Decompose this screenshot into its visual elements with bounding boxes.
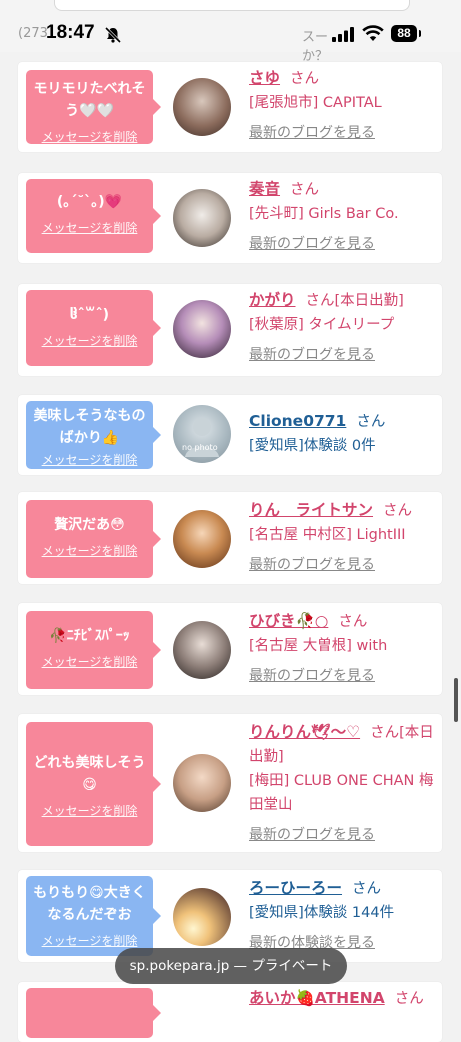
message-text: ჱ̒ˆ꒳ˆ) xyxy=(69,307,110,323)
profile-info: Clione0771 さん [愛知県]体験談 0件 xyxy=(249,409,437,458)
message-bubble: どれも美味しそう😋 メッセージを削除 xyxy=(26,722,161,846)
wifi-icon xyxy=(362,25,384,41)
no-photo-label: no photo xyxy=(182,443,218,452)
shop-name: [名古屋 中村区] LightIII xyxy=(249,527,406,543)
message-text: (｡ˊ˘ˋ｡)💗 xyxy=(56,194,123,210)
profile-info: ろーひーろー さん [愛知県]体験談 144件 最新の体験談を見る xyxy=(249,876,437,955)
delete-message-link[interactable]: メッセージを削除 xyxy=(30,219,149,236)
delete-message-link[interactable]: メッセージを削除 xyxy=(30,451,149,468)
message-bubble xyxy=(26,988,161,1038)
page-header-text-left: (273 xyxy=(18,26,48,41)
user-name-link[interactable]: Clione0771 xyxy=(249,412,346,430)
cast-name-link[interactable]: ひびき🥀○ xyxy=(249,612,328,630)
message-text: 贅沢だあ😳 xyxy=(54,517,125,533)
honorific: さん xyxy=(338,614,368,630)
latest-blog-link[interactable]: 最新のブログを見る xyxy=(249,347,375,363)
shop-name: [先斗町] Girls Bar Co. xyxy=(249,206,399,222)
message-bubble: もりもり😋大きくなるんだぞお メッセージを削除 xyxy=(26,876,161,956)
cellular-signal-icon xyxy=(332,27,354,42)
list-item: (｡ˊ˘ˋ｡)💗 メッセージを削除 奏音 さん [先斗町] Girls Bar C… xyxy=(18,173,442,263)
honorific: さん xyxy=(352,881,382,897)
message-text: どれも美味しそう😋 xyxy=(33,755,146,793)
delete-message-link[interactable]: メッセージを削除 xyxy=(30,653,149,670)
cast-name-link[interactable]: さゆ xyxy=(249,69,280,87)
shop-name: [秋葉原] タイムリープ xyxy=(249,317,395,333)
list-item: どれも美味しそう😋 メッセージを削除 りんりん🕊〜♡ さん[本日出勤] [梅田] … xyxy=(18,714,442,852)
honorific: さん xyxy=(356,414,386,430)
delete-message-link[interactable]: メッセージを削除 xyxy=(30,802,149,819)
latest-blog-link[interactable]: 最新のブログを見る xyxy=(249,827,375,843)
cast-name-link[interactable]: りんりん🕊〜♡ xyxy=(249,723,360,741)
message-bubble: 🥀ﾆﾁﾋﾞｽﾊﾟｰｯ メッセージを削除 xyxy=(26,611,161,689)
avatar[interactable]: no photo xyxy=(173,405,231,463)
honorific: さん[本日出勤] xyxy=(305,293,404,309)
avatar[interactable] xyxy=(173,621,231,679)
avatar[interactable] xyxy=(173,754,231,812)
list-item: 美味しそうなものばかり👍 メッセージを削除 no photo Clione077… xyxy=(18,395,442,475)
scroll-indicator[interactable] xyxy=(454,678,458,722)
cast-name-link[interactable]: 奏音 xyxy=(249,180,280,198)
message-bubble: モリモリたべれそう🤍🤍 メッセージを削除 xyxy=(26,70,161,145)
shop-name: [梅田] CLUB ONE CHAN 梅田堂山 xyxy=(249,773,434,813)
browser-address-pill[interactable]: sp.pokepara.jp — プライベート xyxy=(115,948,347,984)
cast-name-link[interactable]: りん ライトサン xyxy=(249,501,373,519)
honorific: さん xyxy=(383,503,413,519)
delete-message-link[interactable]: メッセージを削除 xyxy=(30,332,149,349)
message-bubble: 贅沢だあ😳 メッセージを削除 xyxy=(26,500,161,578)
delete-message-link[interactable]: メッセージを削除 xyxy=(30,128,149,145)
latest-blog-link[interactable]: 最新のブログを見る xyxy=(249,557,375,573)
honorific: さん xyxy=(290,71,320,87)
avatar[interactable] xyxy=(173,510,231,568)
message-text: モリモリたべれそう🤍🤍 xyxy=(33,81,146,119)
profile-info: りん ライトサン さん [名古屋 中村区] LightIII 最新のブログを見る xyxy=(249,498,437,577)
status-bar: (273 スー か？ 18:47 88 xyxy=(0,0,461,64)
shop-name: [名古屋 大曽根] with xyxy=(249,638,388,654)
avatar[interactable] xyxy=(173,189,231,247)
delete-message-link[interactable]: メッセージを削除 xyxy=(30,542,149,559)
honorific: さん xyxy=(394,991,424,1007)
delete-message-link[interactable]: メッセージを削除 xyxy=(30,932,149,949)
profile-info: あいか🍓ATHENA さん xyxy=(249,986,437,1011)
message-bubble: ჱ̒ˆ꒳ˆ) メッセージを削除 xyxy=(26,290,161,366)
latest-blog-link[interactable]: 最新のブログを見る xyxy=(249,125,375,141)
avatar[interactable] xyxy=(173,300,231,358)
message-text: 美味しそうなものばかり👍 xyxy=(33,408,146,446)
list-item: 🥀ﾆﾁﾋﾞｽﾊﾟｰｯ メッセージを削除 ひびき🥀○ さん [名古屋 大曽根] wi… xyxy=(18,603,442,695)
user-name-link[interactable]: ろーひーろー xyxy=(249,879,342,897)
profile-info: かがり さん[本日出勤] [秋葉原] タイムリープ 最新のブログを見る xyxy=(249,288,437,367)
no-photo-silhouette-icon xyxy=(185,418,219,457)
shop-name: [尾張旭市] CAPITAL xyxy=(249,95,382,111)
cast-name-link[interactable]: かがり xyxy=(249,291,296,309)
latest-blog-link[interactable]: 最新のブログを見る xyxy=(249,668,375,684)
profile-info: さゆ さん [尾張旭市] CAPITAL 最新のブログを見る xyxy=(249,66,437,145)
avatar[interactable] xyxy=(173,888,231,946)
list-item: モリモリたべれそう🤍🤍 メッセージを削除 さゆ さん [尾張旭市] CAPITAL… xyxy=(18,62,442,152)
message-bubble: 美味しそうなものばかり👍 メッセージを削除 xyxy=(26,401,161,469)
list-item: 贅沢だあ😳 メッセージを削除 りん ライトサン さん [名古屋 中村区] Ligh… xyxy=(18,492,442,584)
profile-info: ひびき🥀○ さん [名古屋 大曽根] with 最新のブログを見る xyxy=(249,609,437,688)
profile-info: 奏音 さん [先斗町] Girls Bar Co. 最新のブログを見る xyxy=(249,177,437,256)
clock: 18:47 xyxy=(46,22,95,43)
experience-count: [愛知県]体験談 0件 xyxy=(249,438,376,454)
latest-blog-link[interactable]: 最新のブログを見る xyxy=(249,236,375,252)
message-text: もりもり😋大きくなるんだぞお xyxy=(33,885,146,923)
list-item: あいか🍓ATHENA さん xyxy=(18,982,442,1042)
message-text: 🥀ﾆﾁﾋﾞｽﾊﾟｰｯ xyxy=(49,628,130,644)
battery-icon: 88 xyxy=(391,25,421,42)
bell-slash-icon xyxy=(104,26,122,44)
experience-count: [愛知県]体験談 144件 xyxy=(249,905,395,921)
avatar[interactable] xyxy=(173,78,231,136)
honorific: さん xyxy=(290,182,320,198)
url-bar-remnant xyxy=(54,0,410,11)
list-item: ჱ̒ˆ꒳ˆ) メッセージを削除 かがり さん[本日出勤] [秋葉原] タイムリープ… xyxy=(18,284,442,376)
message-bubble: (｡ˊ˘ˋ｡)💗 メッセージを削除 xyxy=(26,179,161,253)
profile-info: りんりん🕊〜♡ さん[本日出勤] [梅田] CLUB ONE CHAN 梅田堂山 … xyxy=(249,720,437,847)
cast-name-link[interactable]: あいか🍓ATHENA xyxy=(249,989,385,1007)
